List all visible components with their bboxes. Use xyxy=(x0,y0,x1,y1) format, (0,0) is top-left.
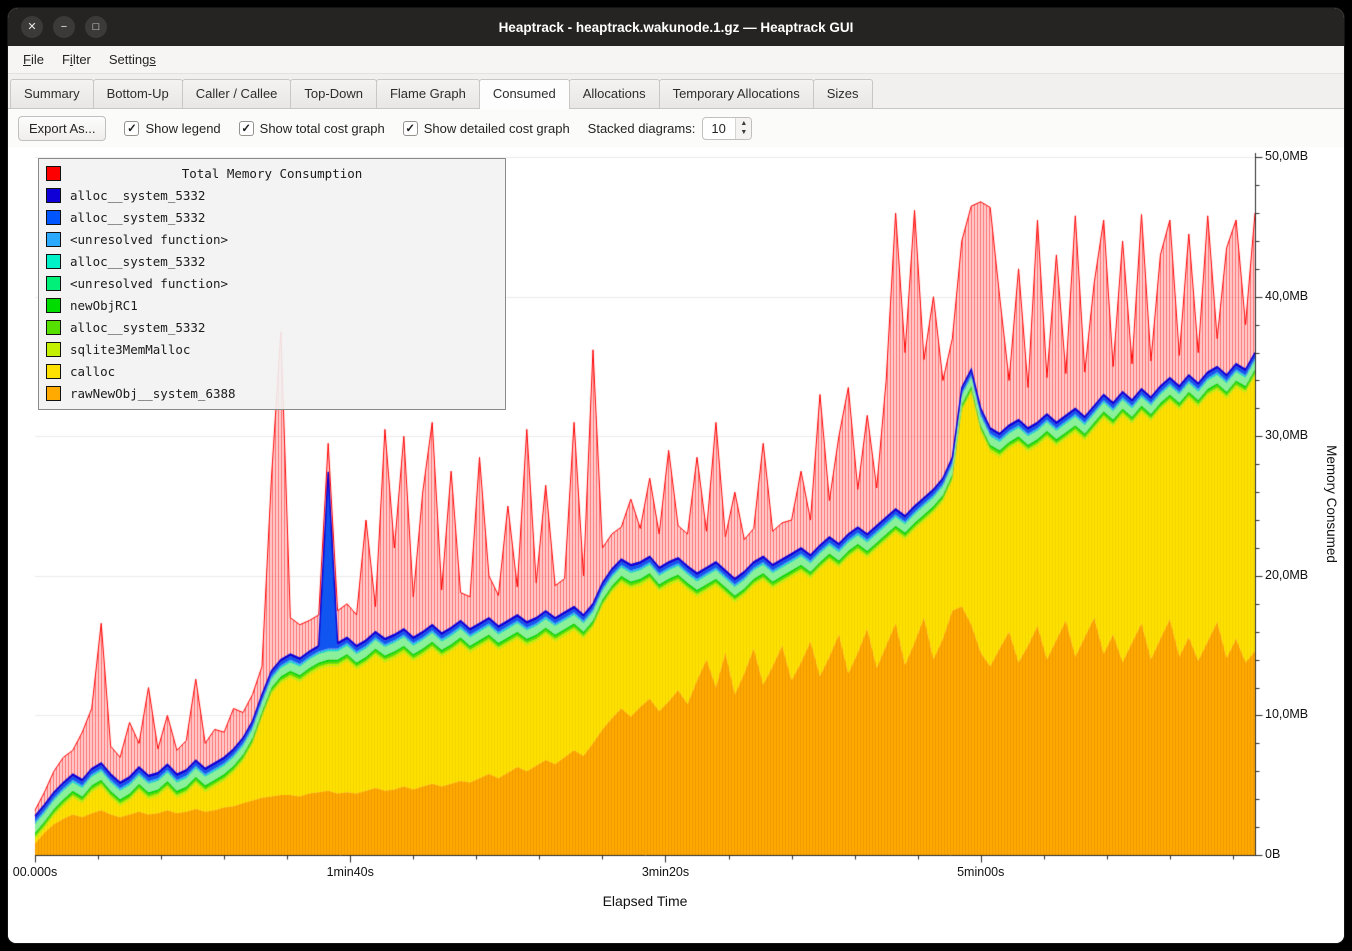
x-axis-title: Elapsed Time xyxy=(603,893,688,909)
menu-filter[interactable]: Filter xyxy=(53,46,100,73)
legend-swatch-total xyxy=(46,166,61,181)
legend-swatch xyxy=(46,254,61,269)
menubar: File Filter Settings xyxy=(8,46,1344,74)
legend-item: alloc__system_5332 xyxy=(46,250,498,272)
legend-swatch xyxy=(46,276,61,291)
titlebar[interactable]: ✕ − □ Heaptrack - heaptrack.wakunode.1.g… xyxy=(8,8,1344,46)
tab-temporary-allocations[interactable]: Temporary Allocations xyxy=(659,79,814,108)
y-axis-title: Memory Consumed xyxy=(1324,445,1339,563)
x-tick-label: 00.000s xyxy=(13,865,57,879)
legend-item: calloc xyxy=(46,360,498,382)
y-tick-label: 50,0MB xyxy=(1265,149,1308,163)
legend-label: <unresolved function> xyxy=(70,232,228,247)
export-as-button[interactable]: Export As... xyxy=(18,116,106,141)
legend-label: newObjRC1 xyxy=(70,298,138,313)
minimize-button[interactable]: − xyxy=(53,16,75,38)
menu-settings[interactable]: Settings xyxy=(100,46,165,73)
tab-bottom-up[interactable]: Bottom-Up xyxy=(93,79,183,108)
window-controls: ✕ − □ xyxy=(21,16,107,38)
legend-label: sqlite3MemMalloc xyxy=(70,342,190,357)
stacked-diagrams-label: Stacked diagrams: xyxy=(588,121,696,136)
close-icon: ✕ xyxy=(27,22,36,33)
y-tick-label: 40,0MB xyxy=(1265,289,1308,303)
checkbox-show-total-cost-graph[interactable]: ✓ Show total cost graph xyxy=(239,121,385,136)
legend-swatch xyxy=(46,386,61,401)
checkbox-show-detailed-cost-graph[interactable]: ✓ Show detailed cost graph xyxy=(403,121,570,136)
x-tick-label: 1min40s xyxy=(327,865,374,879)
checkbox-label: Show total cost graph xyxy=(260,121,385,136)
legend-item: alloc__system_5332 xyxy=(46,206,498,228)
stacked-diagrams-spinner[interactable]: 10 ▲ ▼ xyxy=(702,117,752,140)
minimize-icon: − xyxy=(61,22,67,33)
maximize-button[interactable]: □ xyxy=(85,16,107,38)
tab-flame-graph[interactable]: Flame Graph xyxy=(376,79,480,108)
checkbox-check-icon: ✓ xyxy=(239,121,254,136)
tab-sizes[interactable]: Sizes xyxy=(813,79,873,108)
toolbar-checkboxes: ✓ Show legend ✓ Show total cost graph ✓ Show … xyxy=(124,121,569,136)
y-tick-label: 0B xyxy=(1265,847,1280,861)
tab-allocations[interactable]: Allocations xyxy=(569,79,660,108)
y-tick-label: 10,0MB xyxy=(1265,707,1308,721)
tab-top-down[interactable]: Top-Down xyxy=(290,79,377,108)
checkbox-check-icon: ✓ xyxy=(124,121,139,136)
spinner-up-icon[interactable]: ▲ xyxy=(736,119,751,128)
spinner-arrows: ▲ ▼ xyxy=(735,118,751,139)
tab-summary[interactable]: Summary xyxy=(10,79,94,108)
checkbox-check-icon: ✓ xyxy=(403,121,418,136)
legend-item: alloc__system_5332 xyxy=(46,184,498,206)
legend-item: sqlite3MemMalloc xyxy=(46,338,498,360)
legend-swatch xyxy=(46,342,61,357)
tab-caller-callee[interactable]: Caller / Callee xyxy=(182,79,292,108)
legend-item: <unresolved function> xyxy=(46,272,498,294)
legend-swatch xyxy=(46,232,61,247)
legend-swatch xyxy=(46,188,61,203)
y-tick-label: 30,0MB xyxy=(1265,428,1308,442)
chart-legend: Total Memory Consumption alloc__system_53… xyxy=(38,158,506,410)
close-button[interactable]: ✕ xyxy=(21,16,43,38)
legend-title: Total Memory Consumption xyxy=(70,166,474,181)
legend-label: <unresolved function> xyxy=(70,276,228,291)
y-tick-label: 20,0MB xyxy=(1265,568,1308,582)
checkbox-label: Show detailed cost graph xyxy=(424,121,570,136)
window-title: Heaptrack - heaptrack.wakunode.1.gz — He… xyxy=(8,20,1344,35)
legend-swatch xyxy=(46,298,61,313)
checkbox-label: Show legend xyxy=(145,121,220,136)
legend-swatch xyxy=(46,320,61,335)
legend-item: alloc__system_5332 xyxy=(46,316,498,338)
chart-area: Total Memory Consumption alloc__system_53… xyxy=(8,147,1344,943)
toolbar: Export As... ✓ Show legend ✓ Show total cos… xyxy=(8,109,1344,147)
maximize-icon: □ xyxy=(93,22,100,33)
heaptrack-window: ✕ − □ Heaptrack - heaptrack.wakunode.1.g… xyxy=(8,8,1344,943)
legend-item: newObjRC1 xyxy=(46,294,498,316)
tabbar: SummaryBottom-UpCaller / CalleeTop-DownF… xyxy=(8,74,1344,109)
legend-label: alloc__system_5332 xyxy=(70,210,205,225)
legend-label: alloc__system_5332 xyxy=(70,188,205,203)
menu-file[interactable]: File xyxy=(14,46,53,73)
legend-label: alloc__system_5332 xyxy=(70,320,205,335)
legend-item: <unresolved function> xyxy=(46,228,498,250)
x-tick-label: 3min20s xyxy=(642,865,689,879)
spinner-down-icon[interactable]: ▼ xyxy=(736,128,751,137)
legend-header: Total Memory Consumption xyxy=(46,162,498,184)
legend-swatch xyxy=(46,364,61,379)
legend-swatch xyxy=(46,210,61,225)
legend-label: alloc__system_5332 xyxy=(70,254,205,269)
legend-label: rawNewObj__system_6388 xyxy=(70,386,236,401)
legend-item: rawNewObj__system_6388 xyxy=(46,382,498,404)
x-tick-label: 5min00s xyxy=(957,865,1004,879)
legend-label: calloc xyxy=(70,364,115,379)
stacked-diagrams-value[interactable]: 10 xyxy=(703,118,735,139)
tab-consumed[interactable]: Consumed xyxy=(479,79,570,109)
stacked-diagrams-group: Stacked diagrams: 10 ▲ ▼ xyxy=(588,117,753,140)
checkbox-show-legend[interactable]: ✓ Show legend xyxy=(124,121,220,136)
